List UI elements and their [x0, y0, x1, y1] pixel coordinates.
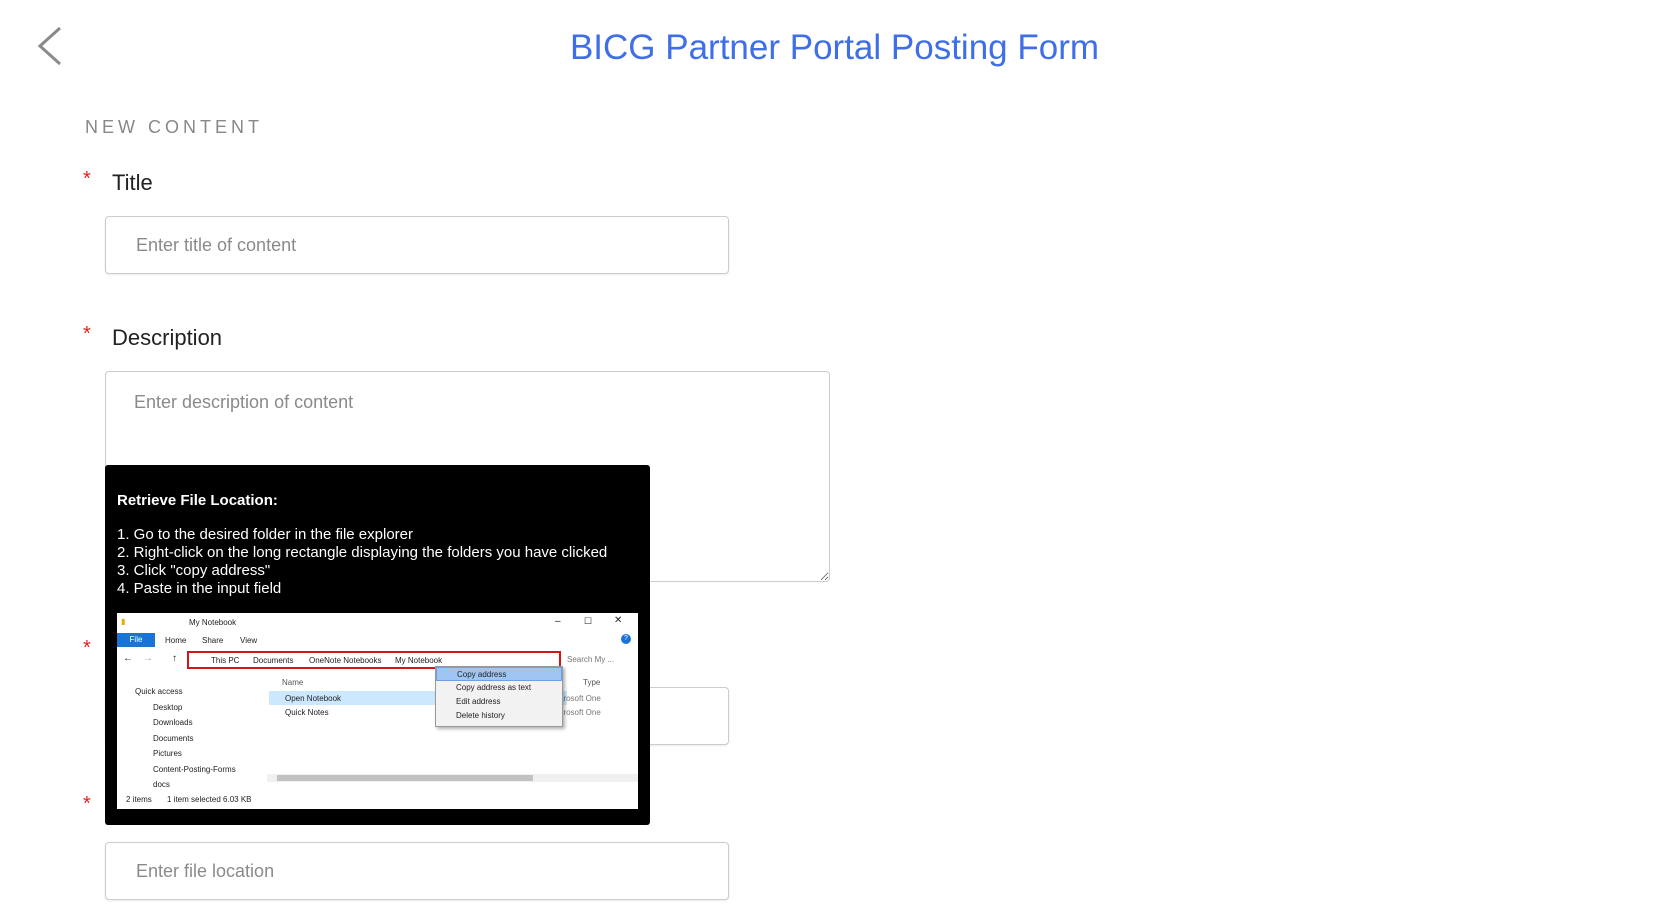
breadcrumb-item: Documents	[253, 656, 294, 665]
back-arrow-icon: ←	[123, 653, 133, 664]
column-name: Name	[282, 678, 304, 687]
file-explorer-screenshot: ▮ My Notebook – ☐ ✕ File Home Share View…	[117, 613, 638, 809]
ribbon-tab-file: File	[117, 633, 155, 647]
tooltip-step: 1. Go to the desired folder in the file …	[117, 526, 414, 543]
nav-item: docs	[153, 780, 170, 789]
maximize-icon: ☐	[584, 616, 593, 626]
required-asterisk: *	[83, 793, 91, 815]
tooltip-step: 4. Paste in the input field	[117, 580, 282, 597]
file-name: Open Notebook	[285, 694, 342, 703]
minimize-icon: –	[555, 616, 561, 627]
required-asterisk: *	[83, 637, 91, 659]
scrollbar-thumb	[277, 775, 533, 781]
title-input[interactable]	[105, 216, 729, 274]
context-menu-item: Edit address	[456, 697, 501, 706]
nav-item: Quick access	[135, 687, 183, 696]
context-menu-item: Copy address	[436, 667, 562, 681]
breadcrumb-item: My Notebook	[395, 656, 443, 665]
forward-arrow-icon: →	[143, 653, 153, 664]
column-type: Type	[583, 678, 601, 687]
context-menu-item: Copy address as text	[456, 683, 532, 692]
tooltip-steps: 1. Go to the desired folder in the file …	[117, 526, 607, 598]
close-icon: ✕	[614, 615, 623, 626]
ribbon-tab-view: View	[240, 636, 258, 645]
file-location-tooltip: Retrieve File Location: 1. Go to the des…	[105, 465, 650, 825]
status-items: 2 items	[126, 795, 152, 804]
tooltip-step: 2. Right-click on the long rectangle dis…	[117, 544, 608, 561]
nav-item: Pictures	[153, 749, 182, 758]
required-asterisk: *	[83, 323, 91, 345]
search-box: Search My ...	[567, 655, 615, 664]
file-name: Quick Notes	[285, 708, 329, 717]
ribbon-tab-home: Home	[165, 636, 187, 645]
nav-item: Desktop	[153, 703, 183, 712]
section-heading: NEW CONTENT	[85, 117, 263, 137]
help-icon: ?	[621, 634, 631, 644]
nav-item: Downloads	[153, 718, 193, 727]
up-arrow-icon: ↑	[172, 653, 177, 664]
ribbon-tab-share: Share	[202, 636, 224, 645]
nav-item: Content-Posting-Forms	[153, 765, 236, 774]
page-title: BICG Partner Portal Posting Form	[569, 28, 1100, 67]
folder-icon: ▮	[121, 617, 126, 626]
tooltip-title: Retrieve File Location:	[117, 492, 278, 509]
context-menu: Copy address Copy address as text Edit a…	[435, 666, 563, 727]
context-menu-item: Delete history	[456, 711, 505, 720]
file-location-input[interactable]	[105, 842, 729, 900]
window-title: My Notebook	[189, 618, 237, 627]
breadcrumb-item: This PC	[211, 656, 240, 665]
status-selected: 1 item selected 6.03 KB	[167, 795, 252, 804]
description-label: Description	[112, 325, 223, 350]
nav-item: Documents	[153, 734, 194, 743]
breadcrumb-item: OneNote Notebooks	[309, 656, 382, 665]
required-asterisk: *	[83, 168, 91, 190]
title-label: Title	[112, 170, 153, 195]
tooltip-step: 3. Click "copy address"	[117, 562, 271, 579]
